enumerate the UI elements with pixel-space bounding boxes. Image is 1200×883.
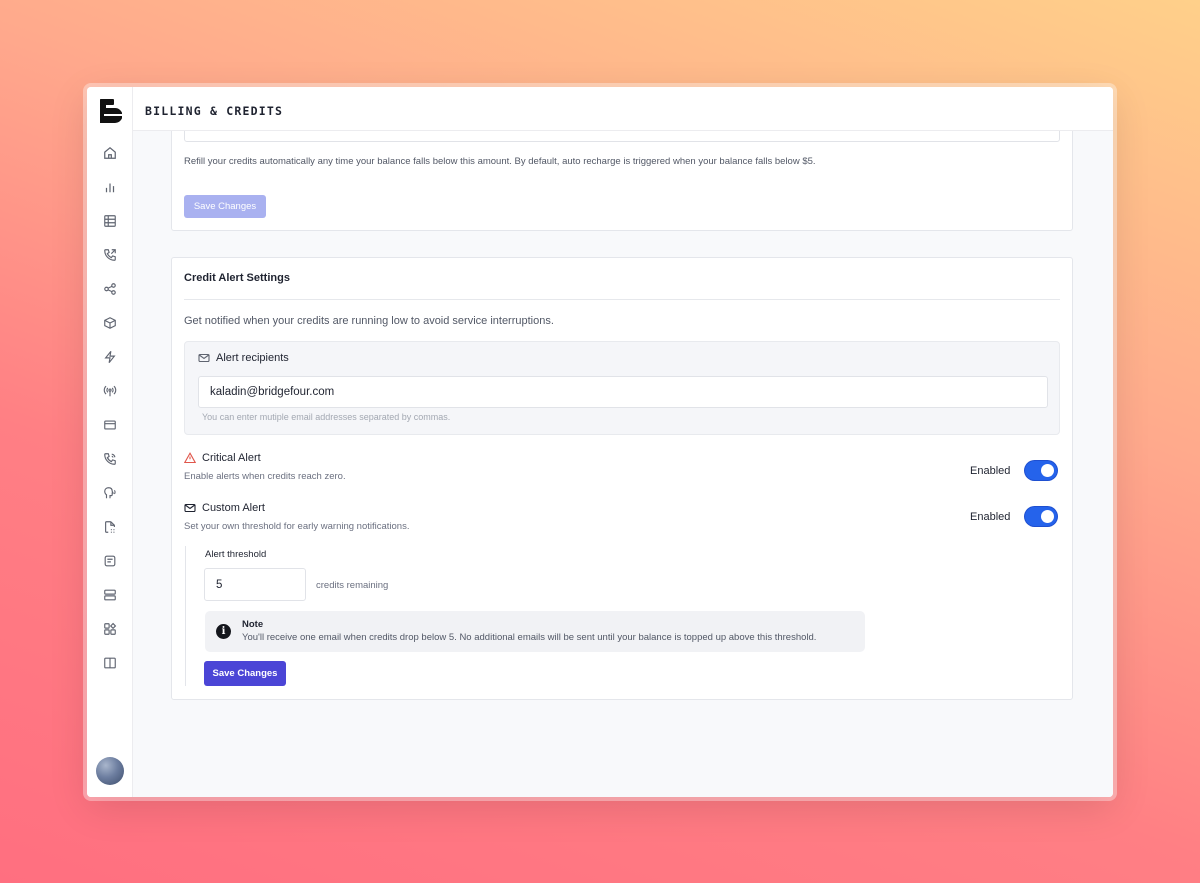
book-icon[interactable] <box>102 655 118 671</box>
critical-alert-toggle[interactable] <box>1025 461 1058 480</box>
recipients-panel: Alert recipients kaladin@bridgefour.com … <box>184 341 1060 435</box>
broadcast-icon[interactable] <box>102 383 118 399</box>
box-icon[interactable] <box>102 315 118 331</box>
avatar[interactable] <box>96 757 124 785</box>
table-icon[interactable] <box>102 213 118 229</box>
phone-outgoing-icon[interactable] <box>102 247 118 263</box>
custom-alert-title: Custom Alert <box>202 502 265 514</box>
server-icon[interactable] <box>102 587 118 603</box>
threshold-suffix: credits remaining <box>316 580 389 591</box>
critical-alert-toggle-group: Enabled <box>970 461 1058 480</box>
custom-alert-toggle-group: Enabled <box>970 507 1058 526</box>
note-body: You'll receive one email when credits dr… <box>242 632 817 643</box>
alert-threshold-input[interactable]: 5 <box>204 568 306 601</box>
warning-icon <box>184 452 196 464</box>
bar-chart-icon[interactable] <box>102 179 118 195</box>
save-changes-button-disabled[interactable]: Save Changes <box>184 195 266 218</box>
custom-alert-row: Custom Alert <box>184 502 265 514</box>
phone-call-icon[interactable] <box>102 451 118 467</box>
sidebar <box>87 87 133 797</box>
alert-threshold-label: Alert threshold <box>205 549 267 560</box>
page-title: BILLING & CREDITS <box>145 104 284 118</box>
home-icon[interactable] <box>102 145 118 161</box>
alert-recipients-input[interactable]: kaladin@bridgefour.com <box>198 376 1048 408</box>
top-bar: BILLING & CREDITS <box>133 87 1113 131</box>
critical-alert-title: Critical Alert <box>202 452 261 464</box>
lightning-icon[interactable] <box>102 349 118 365</box>
info-icon: i <box>216 624 231 639</box>
credit-alert-card: Credit Alert Settings Get notified when … <box>171 257 1073 700</box>
main-content[interactable]: 10 Refill your credits automatically any… <box>133 131 1113 797</box>
section-description: Get notified when your credits are runni… <box>184 315 554 327</box>
app-window: BILLING & CREDITS 10 Refill your credits… <box>87 87 1113 797</box>
mail-icon <box>198 353 210 363</box>
voice-head-icon[interactable] <box>102 485 118 501</box>
custom-alert-toggle[interactable] <box>1025 507 1058 526</box>
custom-alert-description: Set your own threshold for early warning… <box>184 521 410 532</box>
recharge-help-text: Refill your credits automatically any ti… <box>184 156 816 167</box>
recipients-label-row: Alert recipients <box>198 352 289 364</box>
save-changes-button[interactable]: Save Changes <box>204 661 286 686</box>
indent-guide <box>185 546 186 686</box>
app-logo[interactable] <box>100 99 122 123</box>
message-square-icon[interactable] <box>102 553 118 569</box>
recipients-label: Alert recipients <box>216 352 289 364</box>
recharge-threshold-input[interactable]: 10 <box>184 131 1060 142</box>
file-dashed-icon[interactable] <box>102 519 118 535</box>
custom-alert-state: Enabled <box>970 510 1011 523</box>
note-title: Note <box>242 619 264 630</box>
critical-alert-state: Enabled <box>970 464 1011 477</box>
widgets-icon[interactable] <box>102 621 118 637</box>
envelope-icon <box>184 503 196 513</box>
note-callout: i Note You'll receive one email when cre… <box>205 611 865 652</box>
auto-recharge-card: 10 Refill your credits automatically any… <box>171 131 1073 231</box>
critical-alert-description: Enable alerts when credits reach zero. <box>184 471 346 482</box>
critical-alert-row: Critical Alert <box>184 452 261 464</box>
recipients-help-text: You can enter mutiple email addresses se… <box>202 412 451 422</box>
share-nodes-icon[interactable] <box>102 281 118 297</box>
section-title: Credit Alert Settings <box>184 272 290 284</box>
credit-card-icon[interactable] <box>102 417 118 433</box>
divider <box>184 299 1060 300</box>
